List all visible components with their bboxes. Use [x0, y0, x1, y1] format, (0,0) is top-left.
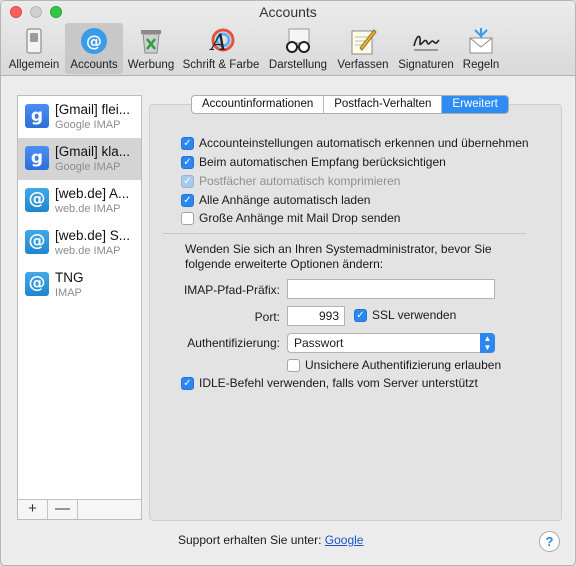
- account-list-item[interactable]: g [Gmail] flei... Google IMAP: [18, 96, 141, 138]
- toolbar-item-darstellung[interactable]: Darstellung: [265, 23, 331, 74]
- google-icon: g: [25, 104, 49, 128]
- rules-envelope-icon: [469, 28, 493, 54]
- toolbar-item-signaturen[interactable]: Signaturen: [395, 23, 457, 74]
- toolbar-item-regeln[interactable]: Regeln: [459, 23, 503, 74]
- glasses-icon: [286, 28, 310, 53]
- account-list: g [Gmail] flei... Google IMAP g [Gmail] …: [17, 95, 142, 520]
- idle-checkbox[interactable]: ✓: [181, 377, 194, 390]
- toolbar-item-allgemein[interactable]: Allgemein: [5, 23, 63, 74]
- download-attachments-checkbox[interactable]: ✓: [181, 194, 194, 207]
- junk-bin-icon: [141, 30, 161, 54]
- tab-bar: Accountinformationen Postfach-Verhalten …: [191, 95, 509, 114]
- general-switch-icon: [26, 28, 42, 54]
- toolbar: Accounts Allgemein @ Accounts Werbung A …: [1, 1, 575, 76]
- window-title: Accounts: [259, 4, 317, 20]
- at-sign-icon: @: [25, 272, 49, 296]
- port-input[interactable]: 993: [287, 306, 345, 326]
- tab-postfach-verhalten[interactable]: Postfach-Verhalten: [324, 96, 443, 113]
- insecure-auth-checkbox[interactable]: [287, 359, 300, 372]
- help-button[interactable]: ?: [539, 531, 560, 552]
- at-sign-icon: @: [81, 28, 107, 54]
- google-icon: g: [25, 146, 49, 170]
- chevron-up-down-icon: ▲ ▼: [480, 333, 495, 353]
- signature-icon: [413, 35, 440, 51]
- remove-account-button[interactable]: —: [48, 500, 78, 519]
- account-list-item[interactable]: @ [web.de] S... web.de IMAP: [18, 222, 141, 264]
- account-list-item[interactable]: g [Gmail] kla... Google IMAP: [18, 138, 141, 180]
- tab-erweitert[interactable]: Erweitert: [442, 96, 508, 113]
- auth-label: Authentifizierung:: [187, 336, 280, 350]
- font-color-icon: A: [209, 28, 235, 56]
- imap-prefix-label: IMAP-Pfad-Präfix:: [183, 283, 280, 297]
- compress-checkbox: ✓: [181, 175, 194, 188]
- auth-select[interactable]: Passwort ▲ ▼: [287, 333, 495, 353]
- auth-select-value: Passwort: [294, 336, 344, 350]
- account-list-footer: + —: [18, 499, 141, 519]
- support-text: Support erhalten Sie unter: Google: [178, 533, 364, 547]
- section-divider: [163, 233, 526, 234]
- add-account-button[interactable]: +: [18, 500, 48, 519]
- auto-receive-checkbox[interactable]: ✓: [181, 156, 194, 169]
- ssl-checkbox[interactable]: ✓: [354, 309, 367, 322]
- account-list-item[interactable]: @ TNG IMAP: [18, 264, 141, 306]
- admin-note: Wenden Sie sich an Ihren Systemadministr…: [185, 242, 492, 271]
- port-label: Port:: [254, 310, 280, 324]
- auto-detect-checkbox[interactable]: ✓: [181, 137, 194, 150]
- tab-accountinformationen[interactable]: Accountinformationen: [192, 96, 325, 113]
- toolbar-item-werbung[interactable]: Werbung: [125, 23, 177, 74]
- at-sign-icon: @: [25, 230, 49, 254]
- mail-drop-checkbox[interactable]: [181, 212, 194, 225]
- support-link[interactable]: Google: [325, 533, 364, 547]
- svg-text:A: A: [209, 31, 227, 56]
- toolbar-item-verfassen[interactable]: Verfassen: [333, 23, 393, 74]
- toolbar-item-schrift-farbe[interactable]: A Schrift & Farbe: [179, 23, 263, 74]
- account-list-item[interactable]: @ [web.de] A... web.de IMAP: [18, 180, 141, 222]
- toolbar-item-accounts[interactable]: @ Accounts: [65, 23, 123, 74]
- preferences-window: Accounts Allgemein @ Accounts Werbung A …: [0, 0, 576, 566]
- at-sign-icon: @: [25, 188, 49, 212]
- pencil-notepad-icon: [351, 29, 377, 55]
- imap-prefix-input[interactable]: [287, 279, 495, 299]
- svg-text:@: @: [86, 32, 102, 51]
